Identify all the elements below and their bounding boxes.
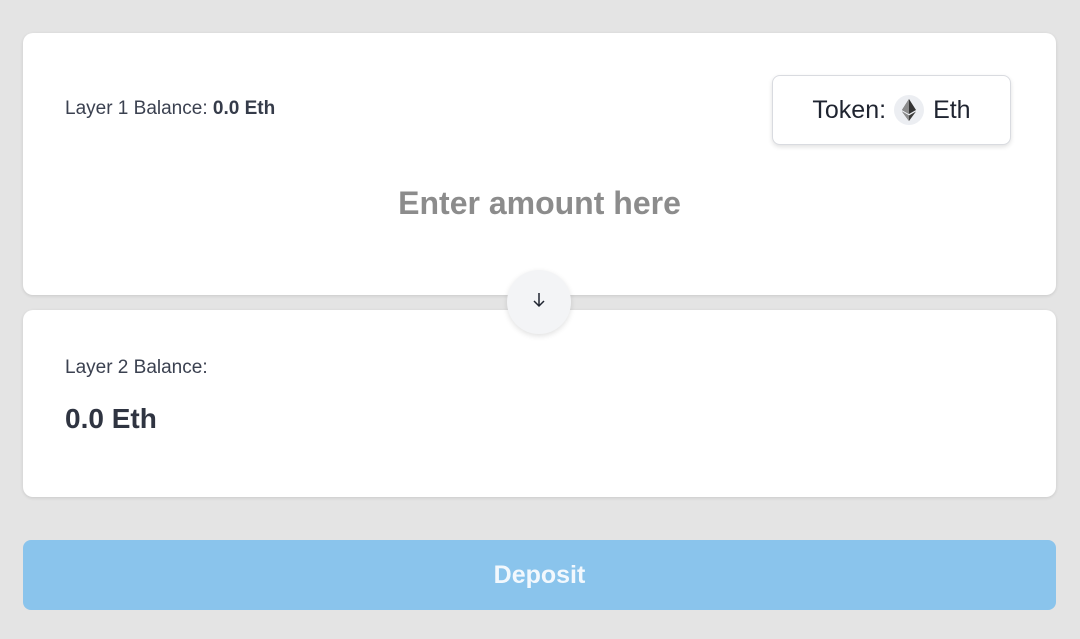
layer1-balance-label: Layer 1 Balance: xyxy=(65,98,208,119)
token-symbol: Eth xyxy=(933,95,971,124)
arrow-down-icon xyxy=(532,292,546,313)
deposit-button[interactable]: Deposit xyxy=(23,540,1056,610)
layer1-balance: Layer 1 Balance: 0.0 Eth xyxy=(65,98,275,120)
layer2-balance-value: 0.0 Eth xyxy=(65,403,157,434)
ethereum-icon xyxy=(894,95,925,125)
layer2-card: Layer 2 Balance: 0.0 Eth xyxy=(23,310,1056,497)
layer2-balance-label: Layer 2 Balance: xyxy=(65,357,208,378)
layer1-balance-value: 0.0 Eth xyxy=(212,98,276,119)
amount-input[interactable] xyxy=(23,185,1056,222)
direction-toggle-button[interactable] xyxy=(507,270,571,334)
token-label: Token: xyxy=(812,95,887,124)
layer1-card: Layer 1 Balance: 0.0 Eth Token: Eth xyxy=(23,33,1056,295)
token-select-button[interactable]: Token: Eth xyxy=(772,75,1011,145)
